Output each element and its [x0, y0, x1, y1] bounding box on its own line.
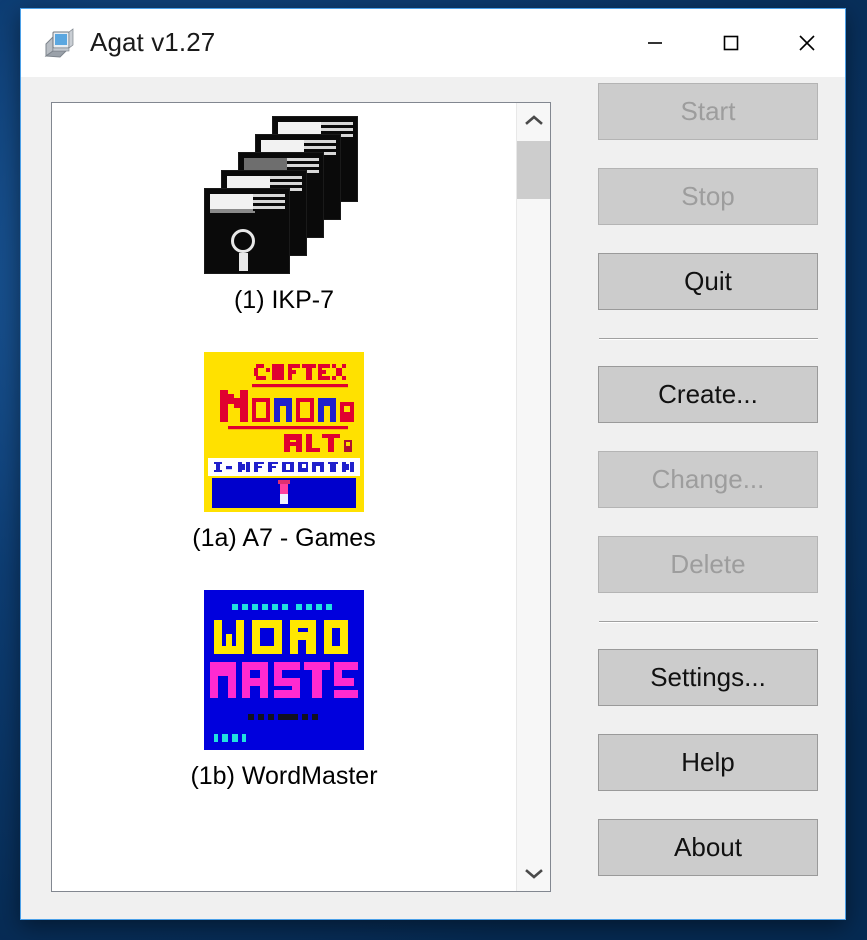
title-bar[interactable]: Agat v1.27 [21, 9, 845, 77]
disk-thumbnail [194, 349, 374, 514]
disk-thumbnail [194, 111, 374, 276]
maximize-icon [723, 35, 739, 50]
delete-button[interactable]: Delete [598, 536, 818, 593]
quit-button[interactable]: Quit [598, 253, 818, 310]
floppy-disk-stack-icon [204, 114, 364, 274]
scroll-down-button[interactable] [517, 857, 550, 891]
scroll-up-button[interactable] [517, 103, 550, 137]
list-item-label: (1a) A7 - Games [192, 524, 376, 552]
list-item-label: (1b) WordMaster [190, 762, 378, 790]
list-item[interactable]: (1a) A7 - Games [52, 315, 516, 553]
minimize-button[interactable] [617, 9, 693, 76]
scrollbar-track[interactable] [517, 137, 550, 857]
scrollbar-thumb[interactable] [517, 141, 550, 199]
list-item[interactable]: (1) IKP-7 [52, 103, 516, 315]
maximize-button[interactable] [693, 9, 769, 76]
button-column: Start Stop Quit Create... Change... Dele… [598, 83, 823, 904]
minimize-icon [648, 41, 662, 44]
change-button[interactable]: Change... [598, 451, 818, 508]
disk-list-box: (1) IKP-7 (1a) A7 - Games (1b) WordMaste… [51, 102, 551, 892]
about-button[interactable]: About [598, 819, 818, 876]
list-item[interactable]: (1b) WordMaster [52, 553, 516, 791]
stop-button[interactable]: Stop [598, 168, 818, 225]
disk-thumbnail [194, 587, 374, 752]
disk-list[interactable]: (1) IKP-7 (1a) A7 - Games (1b) WordMaste… [52, 103, 516, 891]
close-icon [799, 34, 815, 51]
settings-button[interactable]: Settings... [598, 649, 818, 706]
softex-monomania-cover-icon [204, 351, 364, 512]
button-separator-1 [599, 338, 818, 340]
wordmaster-cover-icon [204, 589, 364, 750]
button-separator-2 [599, 621, 818, 623]
chevron-down-icon [525, 869, 543, 879]
window-controls [617, 9, 845, 76]
window-title: Agat v1.27 [90, 27, 216, 57]
client-area: (1) IKP-7 (1a) A7 - Games (1b) WordMaste… [21, 77, 845, 919]
create-button[interactable]: Create... [598, 366, 818, 423]
list-item-label: (1) IKP-7 [233, 286, 335, 314]
computer-icon [40, 27, 76, 59]
chevron-up-icon [525, 115, 543, 125]
start-button[interactable]: Start [598, 83, 818, 140]
list-scrollbar[interactable] [516, 103, 550, 891]
help-button[interactable]: Help [598, 734, 818, 791]
close-button[interactable] [769, 9, 845, 76]
application-window: Agat v1.27 (1) IKP-7 (1a) A7 - Games (1b… [20, 8, 846, 920]
